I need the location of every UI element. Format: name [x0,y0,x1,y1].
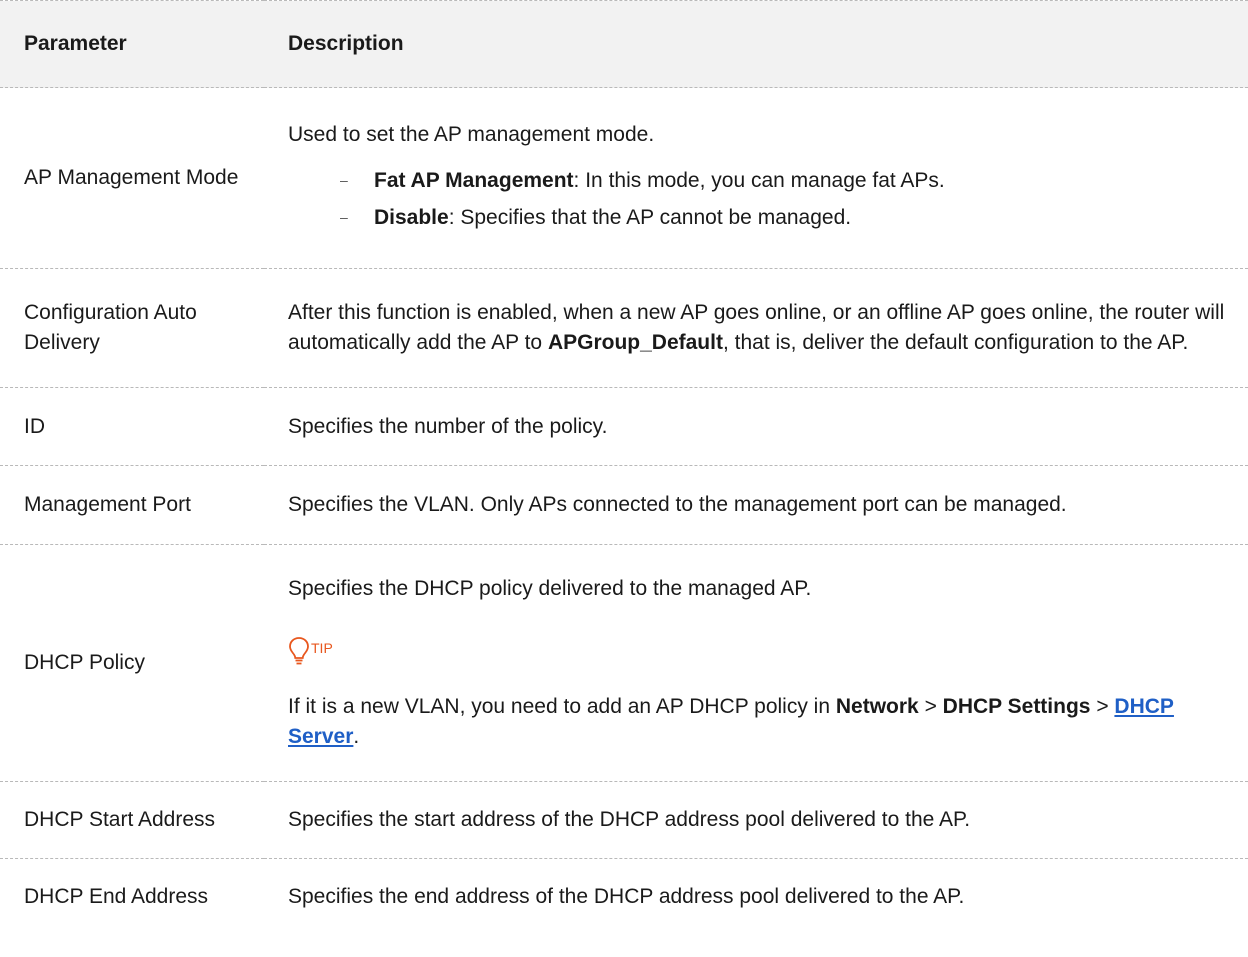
param-management-port: Management Port [24,493,191,516]
tip-text-lead: If it is a new VLAN, you need to add an … [288,695,836,718]
option-text: : Specifies that the AP cannot be manage… [448,206,852,229]
nav-dhcp-settings: DHCP Settings [942,695,1091,718]
table-row: DHCP Start Address Specifies the start a… [0,782,1248,859]
dash-bullet-icon: – [340,209,348,225]
desc-ap-management-mode: Used to set the AP management mode. – Fat… [264,88,1248,269]
param-ap-management-mode: AP Management Mode [24,166,239,189]
param-configuration-auto-delivery: Configuration Auto Delivery [24,301,197,354]
desc-intro: Used to set the AP management mode. [288,123,655,146]
nav-network: Network [835,695,919,718]
option-term: Disable [374,206,449,229]
param-dhcp-policy: DHCP Policy [24,651,145,674]
period: . [353,725,360,748]
lightbulb-icon [289,637,309,665]
param-dhcp-start-address: DHCP Start Address [24,808,216,831]
tip-label: TIP [311,640,333,656]
desc-dhcp-end-address: Specifies the end address of the DHCP ad… [288,884,965,908]
list-item: – Disable: Specifies that the AP cannot b… [288,199,1244,236]
desc-configuration-auto-delivery: After this function is enabled, when a n… [264,269,1248,388]
desc-management-port: Specifies the VLAN. Only APs connected t… [288,493,1067,516]
table-row: DHCP End Address Specifies the end addre… [0,859,1248,935]
mode-options-list: – Fat AP Management: In this mode, you ca… [288,162,1244,236]
group-name: APGroup_Default [547,331,723,354]
table-header-row: Parameter Description [0,0,1248,88]
table-row: ID Specifies the number of the policy. [0,388,1248,466]
nav-separator: > [918,695,943,718]
desc-id: Specifies the number of the policy. [288,414,608,438]
param-dhcp-end-address: DHCP End Address [24,884,209,908]
table-row: AP Management Mode Used to set the AP ma… [0,88,1248,269]
list-item: – Fat AP Management: In this mode, you ca… [288,162,1244,199]
option-text: : In this mode, you can manage fat APs. [573,169,945,192]
header-parameter: Parameter [24,32,127,55]
dash-bullet-icon: – [340,172,348,188]
nav-separator: > [1090,695,1115,718]
desc-text: Specifies the DHCP policy delivered to t… [288,577,812,600]
parameter-table: Parameter Description AP Management Mode… [0,0,1248,934]
table-row: DHCP Policy Specifies the DHCP policy de… [0,545,1248,782]
param-id: ID [24,414,45,438]
option-term: Fat AP Management [374,169,574,192]
desc-dhcp-start-address: Specifies the start address of the DHCP … [288,808,971,831]
desc-text: , that is, deliver the default configura… [722,331,1189,354]
desc-dhcp-policy: Specifies the DHCP policy delivered to t… [264,545,1248,782]
header-description: Description [288,32,404,55]
tip-text: If it is a new VLAN, you need to add an … [288,692,1244,752]
table-row: Management Port Specifies the VLAN. Only… [0,466,1248,545]
tip-callout: TIP [288,632,1244,666]
table-row: Configuration Auto Delivery After this f… [0,269,1248,388]
